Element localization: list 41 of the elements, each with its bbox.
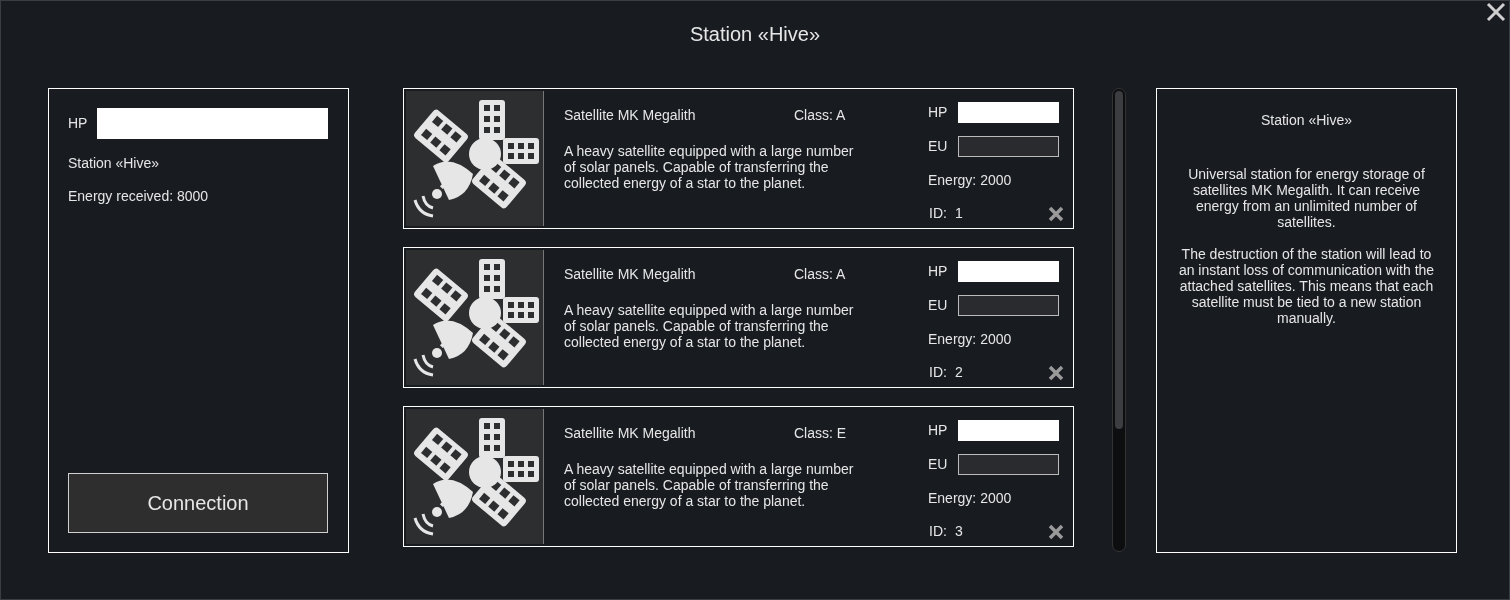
info-title: Station «Hive» bbox=[1260, 111, 1353, 130]
satellite-description: A heavy satellite equipped with a large number of solar panels. Capable of transferring the collected energy of a star to the planet. bbox=[564, 461, 855, 509]
hp-label: HP bbox=[68, 114, 88, 133]
satellite-energy: Energy: 2000 bbox=[928, 489, 1013, 508]
satellite-energy: Energy: 2000 bbox=[928, 171, 1013, 190]
energy-received: Energy received: 8000 bbox=[68, 187, 210, 206]
info-paragraph: The destruction of the station will lead to an instant loss of communication with the attached satellites. This means that each satellite must be tied to a new station manually. bbox=[1177, 246, 1436, 326]
scrollbar-thumb[interactable] bbox=[1115, 91, 1123, 429]
satellite-name: Satellite MK Megalith bbox=[564, 424, 697, 443]
eu-label: EU bbox=[928, 295, 949, 315]
window-title: Station «Hive» bbox=[689, 22, 821, 47]
id-label: ID: bbox=[929, 204, 947, 223]
satellite-class: Class: A bbox=[794, 265, 846, 284]
satellite-class: Class: E bbox=[794, 424, 847, 443]
id-value: 3 bbox=[954, 522, 964, 541]
satellite-energy: Energy: 2000 bbox=[928, 330, 1013, 349]
hp-label: HP bbox=[928, 420, 949, 440]
satellite-description: A heavy satellite equipped with a large number of solar panels. Capable of transferring the collected energy of a star to the planet. bbox=[564, 143, 855, 191]
close-icon[interactable] bbox=[1048, 523, 1064, 540]
close-icon[interactable] bbox=[1048, 364, 1064, 381]
id-value: 2 bbox=[954, 363, 964, 382]
eu-label: EU bbox=[928, 136, 949, 156]
satellite-class: Class: A bbox=[794, 106, 846, 125]
satellite-card[interactable]: Satellite MK Megalith Class: A A heavy satellite equipped with a large number of solar panels. Capable of transferring the collected energy of a star to the planet. HP EU Energy: 2000 ID: 1 bbox=[403, 88, 1074, 229]
close-icon[interactable] bbox=[1485, 1, 1507, 23]
id-value: 1 bbox=[954, 204, 964, 223]
satellite-name: Satellite MK Megalith bbox=[564, 106, 697, 125]
scrollbar[interactable] bbox=[1112, 88, 1126, 552]
satellite-name: Satellite MK Megalith bbox=[564, 265, 697, 284]
satellite-description: A heavy satellite equipped with a large number of solar panels. Capable of transferring the collected energy of a star to the planet. bbox=[564, 302, 855, 350]
id-label: ID: bbox=[929, 522, 947, 541]
station-name: Station «Hive» bbox=[68, 154, 161, 173]
satellite-card[interactable]: Satellite MK Megalith Class: E A heavy satellite equipped with a large number of solar panels. Capable of transferring the collected energy of a star to the planet. HP EU Energy: 2000 ID: 3 bbox=[403, 406, 1074, 547]
info-paragraph: Universal station for energy storage of satellites MK Megalith. It can receive energy from an unlimited number of satellites. bbox=[1187, 166, 1426, 230]
hp-label: HP bbox=[928, 102, 949, 122]
eu-label: EU bbox=[928, 454, 949, 474]
id-label: ID: bbox=[929, 363, 947, 382]
connection-button[interactable]: Connection bbox=[68, 473, 328, 533]
satellite-card[interactable]: Satellite MK Megalith Class: A A heavy satellite equipped with a large number of solar panels. Capable of transferring the collected energy of a star to the planet. HP EU Energy: 2000 ID: 2 bbox=[403, 247, 1074, 388]
close-icon[interactable] bbox=[1048, 205, 1064, 222]
hp-label: HP bbox=[928, 261, 949, 281]
